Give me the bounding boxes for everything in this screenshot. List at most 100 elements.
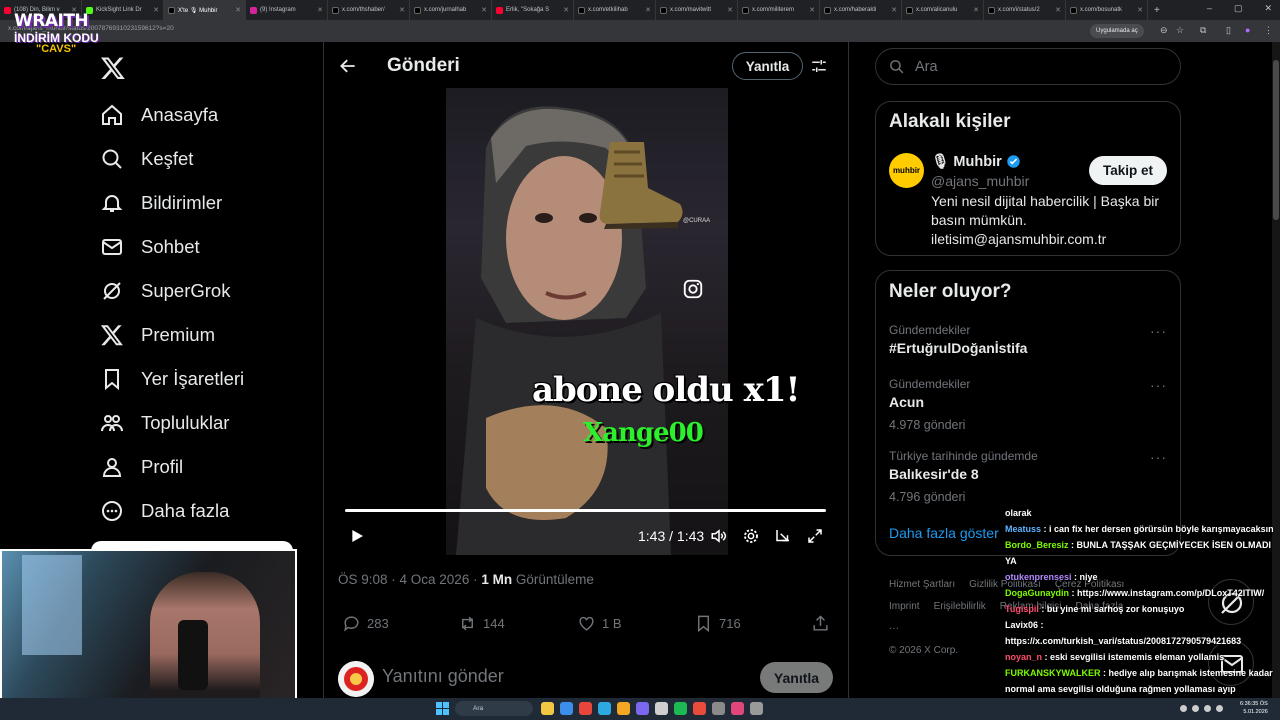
sidebar-item-anasayfa[interactable]: Anasayfa xyxy=(100,99,218,131)
chat-username[interactable]: Lavix06 xyxy=(1005,620,1038,630)
taskbar-app-icon[interactable] xyxy=(560,702,573,715)
muhbir-avatar[interactable]: muhbir xyxy=(889,153,924,188)
bookmark-action[interactable]: 716 xyxy=(694,614,741,633)
reply-input[interactable]: Yanıtını gönder xyxy=(382,666,504,687)
user-avatar[interactable] xyxy=(338,661,374,697)
sidebar-item-sohbet[interactable]: Sohbet xyxy=(100,231,200,263)
scrollbar-thumb[interactable] xyxy=(1273,60,1279,220)
x-logo-icon[interactable] xyxy=(100,55,126,81)
fullscreen-icon[interactable] xyxy=(806,527,824,545)
browser-tab[interactable]: x.com/thshaber/ ✕ xyxy=(328,0,410,20)
chat-username[interactable]: Bordo_Beresiz xyxy=(1005,540,1069,550)
taskbar-app-icon[interactable] xyxy=(655,702,668,715)
tab-close-icon[interactable]: ✕ xyxy=(235,6,241,14)
tab-close-icon[interactable]: ✕ xyxy=(563,6,569,14)
tab-close-icon[interactable]: ✕ xyxy=(317,6,323,14)
close-window-icon[interactable]: ✕ xyxy=(1264,3,1272,14)
taskbar-app-icon[interactable] xyxy=(693,702,706,715)
video-player[interactable] xyxy=(338,88,834,555)
taskbar-app-icon[interactable] xyxy=(674,702,687,715)
sidebar-item-topluluklar[interactable]: Topluluklar xyxy=(100,407,229,439)
chat-username[interactable]: otukenprensesi xyxy=(1005,572,1072,582)
new-tab-icon[interactable]: + xyxy=(1154,5,1160,16)
menu-icon[interactable]: ⋮ xyxy=(1264,25,1273,36)
profile-icon[interactable]: ● xyxy=(1245,25,1250,35)
taskbar-app-icon[interactable] xyxy=(541,702,554,715)
taskbar-app-icon[interactable] xyxy=(579,702,592,715)
sidebar-item-kesfet[interactable]: Keşfet xyxy=(100,143,193,175)
browser-tab[interactable]: X'te 🎙 Muhbir ✕ xyxy=(164,0,246,20)
tab-close-icon[interactable]: ✕ xyxy=(727,6,733,14)
show-more-link[interactable]: Daha fazla göster xyxy=(889,525,999,541)
star-icon[interactable]: ☆ xyxy=(1176,25,1184,36)
browser-tab[interactable]: x.com/mavitwitt ✕ xyxy=(656,0,738,20)
extensions-icon[interactable]: ⧉ xyxy=(1200,25,1206,36)
picture-in-picture-icon[interactable] xyxy=(774,527,792,545)
taskbar-app-icon[interactable] xyxy=(750,702,763,715)
trend-title[interactable]: Balıkesir'de 8 xyxy=(889,466,979,482)
tab-close-icon[interactable]: ✕ xyxy=(809,6,815,14)
chat-username[interactable]: Tugispil xyxy=(1005,604,1039,614)
sidebar-item-premium[interactable]: Premium xyxy=(100,319,215,351)
taskbar-app-icon[interactable] xyxy=(731,702,744,715)
trend-title[interactable]: #ErtuğrulDoğanİstifa xyxy=(889,340,1027,356)
volume-icon[interactable] xyxy=(710,527,728,545)
tab-close-icon[interactable]: ✕ xyxy=(153,6,159,14)
browser-tab[interactable]: x.com/bosunatk ✕ xyxy=(1066,0,1148,20)
search-input[interactable]: Ara xyxy=(875,48,1181,85)
windows-start-icon[interactable] xyxy=(436,702,449,715)
repost-action[interactable]: 144 xyxy=(458,614,505,633)
system-tray-icon[interactable] xyxy=(1192,705,1199,712)
reply-header-button[interactable]: Yanıtla xyxy=(732,52,803,80)
post-timestamp[interactable]: ÖS 9:08 · 4 Oca 2026 · xyxy=(338,572,481,587)
zoom-icon[interactable]: ⊖ xyxy=(1160,25,1168,36)
tab-close-icon[interactable]: ✕ xyxy=(1055,6,1061,14)
browser-tab[interactable]: x.com/haberakti ✕ xyxy=(820,0,902,20)
sidebar-item-profil[interactable]: Profil xyxy=(100,451,183,483)
system-tray-icon[interactable] xyxy=(1204,705,1211,712)
browser-tab[interactable]: x.com/etkilihab ✕ xyxy=(574,0,656,20)
muhbir-name[interactable]: 🎙 Muhbir xyxy=(931,153,1021,170)
minimize-icon[interactable]: – xyxy=(1207,3,1212,14)
browser-tab[interactable]: x.com/alicanulu ✕ xyxy=(902,0,984,20)
sidebar-item-daha-fazla[interactable]: Daha fazla xyxy=(100,495,229,527)
reply-submit-button[interactable]: Yanıtla xyxy=(760,662,833,693)
taskbar-app-icon[interactable] xyxy=(636,702,649,715)
tab-close-icon[interactable]: ✕ xyxy=(481,6,487,14)
muhbir-handle[interactable]: @ajans_muhbir xyxy=(931,173,1029,189)
tab-close-icon[interactable]: ✕ xyxy=(973,6,979,14)
sidebar-item-bildirimler[interactable]: Bildirimler xyxy=(100,187,222,219)
browser-tab[interactable]: x.com/i/status/2 ✕ xyxy=(984,0,1066,20)
tab-close-icon[interactable]: ✕ xyxy=(645,6,651,14)
sidebar-icon[interactable]: ▯ xyxy=(1226,25,1231,36)
more-options-icon[interactable]: ··· xyxy=(1150,323,1167,339)
browser-tab[interactable]: (9) Instagram ✕ xyxy=(246,0,328,20)
maximize-icon[interactable]: ▢ xyxy=(1234,3,1243,14)
taskbar-clock[interactable]: 6:36:35 ÖS 5.01.2026 xyxy=(1240,700,1268,716)
like-action[interactable]: 1 B xyxy=(577,614,622,633)
settings-gear-icon[interactable] xyxy=(742,527,760,545)
sidebar-item-yer-isaretleri[interactable]: Yer İşaretleri xyxy=(100,363,244,395)
taskbar-app-icon[interactable] xyxy=(598,702,611,715)
follow-button[interactable]: Takip et xyxy=(1089,156,1167,185)
trend-title[interactable]: Acun xyxy=(889,394,924,410)
chat-username[interactable]: Meatuss xyxy=(1005,524,1041,534)
share-action[interactable] xyxy=(811,614,830,633)
footer-link[interactable]: Erişilebilirlik xyxy=(934,601,986,612)
sidebar-item-supergrok[interactable]: SuperGrok xyxy=(100,275,230,307)
browser-tab[interactable]: x.com/jurnalhab ✕ xyxy=(410,0,492,20)
footer-link[interactable]: Hizmet Şartları xyxy=(889,579,955,590)
sliders-icon[interactable] xyxy=(810,57,828,75)
system-tray-icon[interactable] xyxy=(1216,705,1223,712)
browser-tab[interactable]: x.com/militerem ✕ xyxy=(738,0,820,20)
open-in-app-button[interactable]: Uygulamada aç xyxy=(1090,24,1144,38)
reply-action[interactable]: 283 xyxy=(342,614,389,633)
tab-close-icon[interactable]: ✕ xyxy=(891,6,897,14)
system-tray-icon[interactable] xyxy=(1180,705,1187,712)
browser-tab[interactable]: Erlik, "Sokağa S ✕ xyxy=(492,0,574,20)
play-icon[interactable] xyxy=(349,528,365,544)
browser-tab[interactable]: KickSight Link Dr ✕ xyxy=(82,0,164,20)
chat-username[interactable]: FURKANSKYWALKER xyxy=(1005,668,1101,678)
taskbar-app-icon[interactable] xyxy=(712,702,725,715)
tab-close-icon[interactable]: ✕ xyxy=(1137,6,1143,14)
